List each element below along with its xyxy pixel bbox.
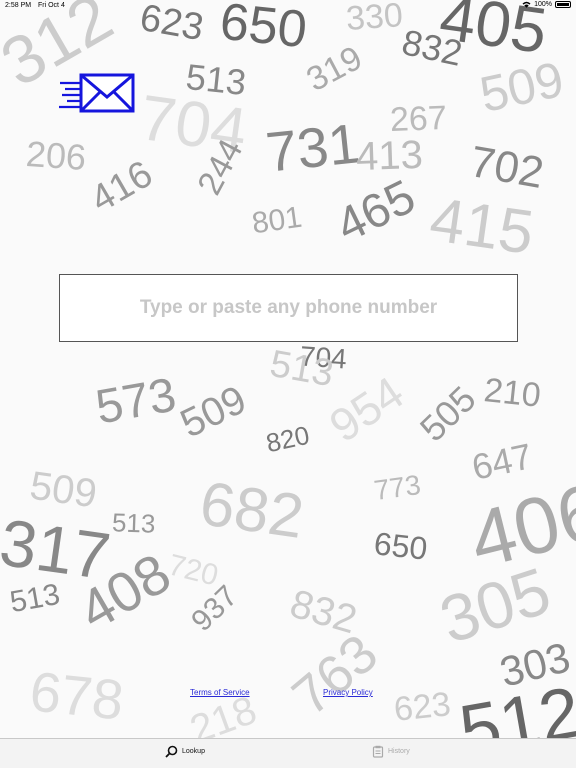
background-number: 513 [7, 577, 63, 620]
background-number: 509 [27, 463, 100, 517]
search-icon [165, 745, 178, 758]
tab-bar: Lookup History [0, 738, 576, 768]
tab-history[interactable]: History [372, 745, 410, 758]
background-number: 682 [195, 469, 308, 552]
background-number: 832 [398, 21, 466, 74]
background-number: 505 [411, 378, 484, 450]
background-number: 465 [328, 170, 424, 253]
battery-icon [555, 1, 571, 8]
status-right: 100% [522, 1, 571, 8]
tab-lookup-label: Lookup [182, 748, 205, 755]
battery-percent: 100% [534, 1, 552, 8]
status-bar: 2:58 PM Fri Oct 4 100% [0, 0, 576, 12]
mail-logo-icon [59, 73, 135, 113]
background-number: 820 [263, 419, 313, 459]
terms-of-service-link[interactable]: Terms of Service [190, 688, 250, 697]
background-number: 319 [300, 38, 369, 100]
background-number: 702 [466, 137, 548, 199]
background-number: 937 [185, 579, 245, 638]
background-number: 678 [27, 659, 127, 732]
background-number: 513 [266, 342, 337, 396]
background-number: 415 [425, 185, 538, 268]
wifi-icon [522, 1, 531, 8]
background-number: 650 [372, 525, 430, 567]
background-number: 573 [91, 368, 181, 435]
background-number: 623 [392, 685, 453, 729]
background-number: 416 [83, 152, 160, 222]
tab-lookup[interactable]: Lookup [165, 745, 205, 758]
status-date: Fri Oct 4 [38, 2, 65, 9]
background-number: 801 [249, 200, 305, 241]
background-number: 763 [281, 623, 389, 727]
background-number: 954 [320, 365, 413, 453]
background-number: 210 [482, 371, 543, 415]
status-time: 2:58 PM [5, 2, 32, 9]
background-number: 509 [173, 377, 254, 447]
background-number: 731 [262, 111, 363, 184]
background-number: 647 [468, 435, 536, 488]
history-icon [372, 745, 384, 758]
background-number: 267 [389, 99, 448, 139]
background-number: 509 [475, 50, 569, 124]
background-number: 218 [184, 687, 263, 740]
background-number: 513 [111, 507, 156, 539]
privacy-policy-link[interactable]: Privacy Policy [323, 688, 373, 697]
background-number: 773 [372, 468, 423, 507]
tab-history-label: History [388, 748, 410, 755]
background-number: 206 [24, 132, 88, 179]
background-number: 413 [355, 132, 424, 180]
background-number: 512 [453, 672, 576, 740]
phone-number-input[interactable] [59, 274, 518, 342]
